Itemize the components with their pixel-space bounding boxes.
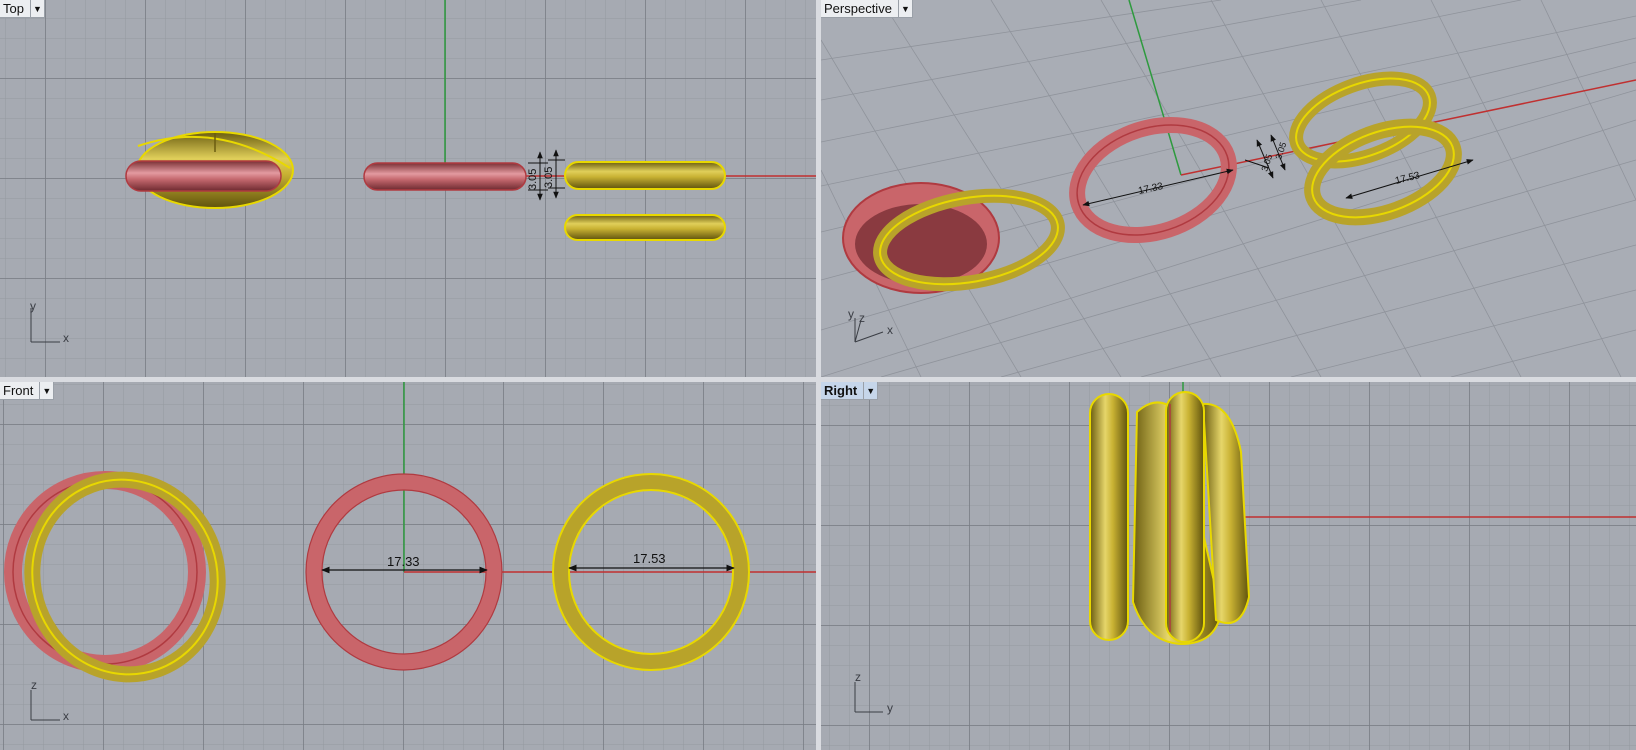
axis-label-x: x <box>887 323 893 337</box>
viewport-name: Perspective <box>824 1 892 16</box>
ring-group-front-left[interactable] <box>4 453 245 700</box>
ring-group-right[interactable] <box>1089 391 1251 646</box>
diameter-label-gold: 17.53 <box>633 551 666 566</box>
chevron-down-icon[interactable]: ▼ <box>897 0 912 17</box>
axis-indicator: y x <box>30 299 69 345</box>
persp-diameter-label-gold: 17.53 <box>1394 170 1421 187</box>
gold-ring-top-b[interactable] <box>564 214 726 241</box>
persp-thickness-label-b: 3.05 <box>1273 141 1288 161</box>
top-scene: 3.05 3.05 y x <box>30 0 816 345</box>
viewport-name: Front <box>3 383 34 398</box>
axis-label-y: y <box>887 701 893 715</box>
axis-label-y: y <box>30 299 36 313</box>
viewport-title-top[interactable]: Top ▼ <box>0 0 45 18</box>
axis-indicator: z x <box>30 678 69 723</box>
perspective-scene: 17.33 3.05 3.05 17.53 y z x <box>821 0 1636 377</box>
ring-group-top-left[interactable] <box>125 131 294 209</box>
viewport-title-perspective[interactable]: Perspective ▼ <box>821 0 913 18</box>
thickness-label-b: 3.05 <box>543 167 555 188</box>
thickness-dimension-b[interactable]: 3.05 <box>543 149 565 199</box>
viewport-right[interactable]: z y Right ▼ <box>821 382 1636 750</box>
axis-label-y: y <box>848 307 854 321</box>
viewport-front[interactable]: 17.33 17.53 z x Front ▼ <box>0 382 816 750</box>
red-ring-top[interactable] <box>363 162 527 191</box>
viewport-perspective[interactable]: 17.33 3.05 3.05 17.53 y z x Perspective … <box>821 0 1636 377</box>
axis-label-x: x <box>63 709 69 723</box>
gold-ring-top-a[interactable] <box>564 161 726 190</box>
diameter-label-red: 17.33 <box>387 554 420 569</box>
viewport-title-right[interactable]: Right ▼ <box>821 382 879 400</box>
chevron-down-icon[interactable]: ▼ <box>39 382 53 399</box>
chevron-down-icon[interactable]: ▼ <box>863 382 877 399</box>
front-scene: 17.33 17.53 z x <box>4 382 816 723</box>
viewport-name: Right <box>824 383 858 398</box>
persp-thickness-dims[interactable]: 3.05 3.05 <box>1244 134 1288 179</box>
viewport-name: Top <box>3 1 24 16</box>
diameter-dimension-gold[interactable]: 17.53 <box>568 551 735 572</box>
axis-indicator: z y <box>854 670 893 715</box>
ring-group-persp-left[interactable] <box>842 182 1065 297</box>
axis-label-x: x <box>63 331 69 345</box>
red-ring-persp[interactable] <box>1063 106 1244 253</box>
thickness-label-a: 3.05 <box>527 169 539 190</box>
y-axis-line <box>1128 0 1182 176</box>
chevron-down-icon[interactable]: ▼ <box>29 0 44 17</box>
persp-diameter-label-red: 17.33 <box>1137 181 1164 197</box>
persp-thickness-label-a: 3.05 <box>1259 153 1274 173</box>
diameter-dimension-red[interactable]: 17.33 <box>321 554 488 574</box>
axis-label-z: z <box>859 311 865 325</box>
axis-indicator: y z x <box>848 307 893 343</box>
viewport-top[interactable]: 3.05 3.05 y x Top ▼ <box>0 0 816 377</box>
axis-label-z: z <box>855 670 861 684</box>
right-scene: z y <box>854 382 1636 715</box>
axis-label-z: z <box>31 678 37 692</box>
viewport-title-front[interactable]: Front ▼ <box>0 382 55 400</box>
